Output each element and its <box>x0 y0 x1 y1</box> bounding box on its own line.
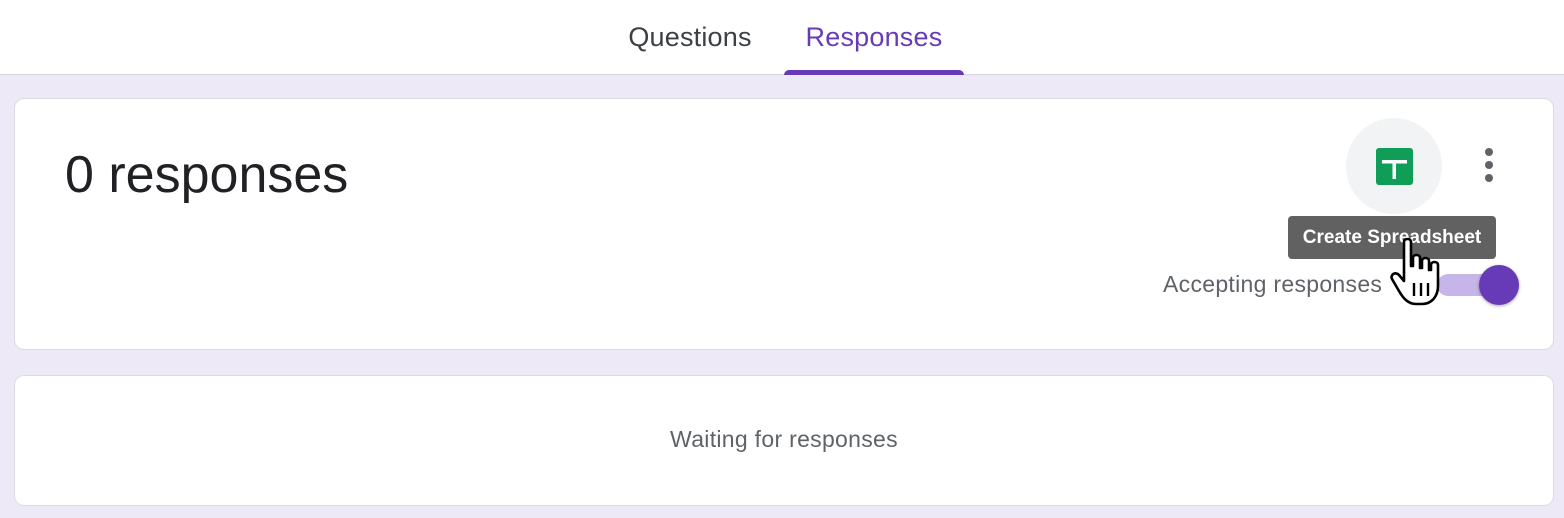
tab-questions[interactable]: Questions <box>610 0 770 74</box>
active-tab-indicator <box>784 70 964 75</box>
accepting-responses-label: Accepting responses <box>1163 271 1383 297</box>
more-vert-icon <box>1485 148 1493 182</box>
create-spreadsheet-tooltip: Create Spreadsheet <box>1288 216 1496 259</box>
google-sheets-icon <box>1375 147 1413 185</box>
tab-bar: Questions Responses <box>0 0 1564 75</box>
responses-empty-card: Waiting for responses <box>14 375 1554 506</box>
waiting-message: Waiting for responses <box>670 426 898 452</box>
response-count-title: 0 responses <box>65 146 349 204</box>
responses-summary-card: 0 responses Create Spreadsheet Accepting… <box>14 98 1554 350</box>
create-spreadsheet-button[interactable] <box>1346 118 1442 214</box>
toggle-knob <box>1479 265 1519 305</box>
more-options-button[interactable] <box>1467 139 1511 191</box>
accepting-responses-toggle[interactable] <box>1427 263 1519 305</box>
tab-responses[interactable]: Responses <box>784 0 964 74</box>
